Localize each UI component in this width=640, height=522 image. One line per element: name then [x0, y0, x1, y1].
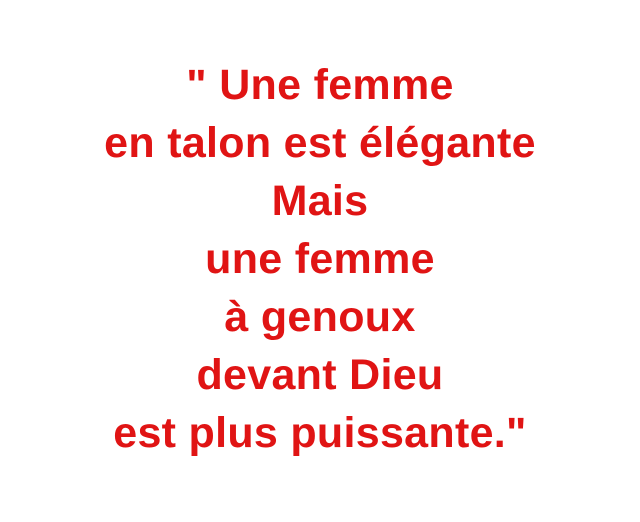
quote-line-7: est plus puissante." [113, 409, 527, 457]
quote-text: " Une femme en talon est élégante Mais u… [104, 56, 536, 462]
quote-line-4: une femme [205, 235, 435, 283]
quote-line-3: Mais [271, 177, 369, 225]
quote-line-6: devant Dieu [196, 351, 444, 399]
quote-line-1: " Une femme [186, 61, 454, 109]
quote-line-2: en talon est élégante [104, 119, 536, 167]
quote-card: " Une femme en talon est élégante Mais u… [0, 0, 640, 522]
quote-line-5: à genoux [224, 293, 416, 341]
